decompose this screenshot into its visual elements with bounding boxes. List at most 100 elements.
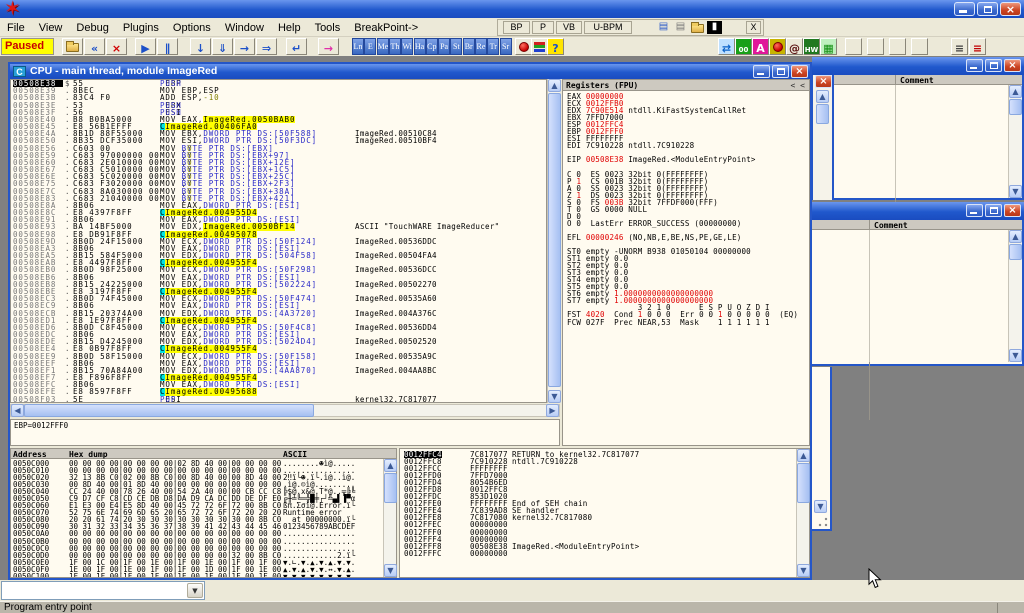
window-list-icon[interactable]: ≡ xyxy=(951,38,968,55)
plugin-breakpoint-icon[interactable] xyxy=(769,38,786,55)
menu-button-bp[interactable]: BP xyxy=(503,21,530,34)
close-button[interactable]: × xyxy=(815,75,832,88)
resize-grip[interactable] xyxy=(817,516,829,528)
menu-item-help[interactable]: Help xyxy=(271,19,308,37)
go-to-address-icon[interactable]: → xyxy=(318,38,339,55)
stack-row[interactable]: 0012FFD07FFD7000 xyxy=(400,472,809,479)
console-icon[interactable]: ▮ xyxy=(707,21,722,34)
stack-row[interactable]: 0012FFFC00000000 xyxy=(400,550,809,557)
close-button[interactable]: × xyxy=(791,65,808,78)
blank-button[interactable] xyxy=(889,38,906,55)
scroll-thumb[interactable] xyxy=(1009,244,1022,260)
disassembly-pane[interactable]: 00508E38$55PUSH EBP00508E39.8BECMOV EBP,… xyxy=(10,79,547,403)
plugin-assembler-icon[interactable]: A xyxy=(752,38,769,55)
help-icon[interactable]: ? xyxy=(547,38,564,55)
references-button[interactable]: Re xyxy=(475,38,487,55)
dump-scrollbar[interactable]: ▲ ▼ xyxy=(383,459,396,577)
executables-button[interactable]: E xyxy=(364,38,376,55)
trace-into-icon[interactable]: → xyxy=(234,38,255,55)
run-trace-button[interactable]: Tr xyxy=(487,38,499,55)
register-line[interactable]: EDI 7C910228 ntdll.7C910228 xyxy=(563,142,809,149)
side-window-3-title-bar[interactable]: × xyxy=(810,202,1024,220)
memory-map-button[interactable]: Me xyxy=(377,38,389,55)
stack-row[interactable]: 0012FFD80012FFC8 xyxy=(400,486,809,493)
execute-till-return-icon[interactable]: ↵ xyxy=(286,38,307,55)
stack-row[interactable]: 0012FFC47C817077RETURN to kernel32.7C817… xyxy=(400,451,809,458)
step-into-icon[interactable]: ↓ xyxy=(190,38,211,55)
maximize-button[interactable] xyxy=(985,204,1002,217)
maximize-button[interactable] xyxy=(772,65,789,78)
threads-button[interactable]: Th xyxy=(389,38,401,55)
close-program-icon[interactable]: × xyxy=(106,38,127,55)
plugin-spiral-icon[interactable]: @ xyxy=(786,38,803,55)
blank-button[interactable] xyxy=(867,38,884,55)
disassembly-scrollbar[interactable]: ▲ ▼ xyxy=(547,79,560,403)
close-button[interactable]: × xyxy=(1004,204,1021,217)
scroll-thumb[interactable] xyxy=(548,93,561,387)
scroll-down-icon[interactable]: ▼ xyxy=(548,390,561,403)
registers-pane[interactable]: Registers (FPU) < < EAX 00000000ECX 0012… xyxy=(562,79,810,446)
plugin-swap-icon[interactable]: ⇄ xyxy=(718,38,735,55)
log-window-button[interactable]: Ln xyxy=(352,38,364,55)
scroll-right-icon[interactable]: ▶ xyxy=(546,404,559,417)
open-file-icon[interactable] xyxy=(62,38,83,55)
scroll-up-icon[interactable]: ▲ xyxy=(816,90,829,103)
stack-row[interactable]: 0012FFF000000000 xyxy=(400,529,809,536)
disasm-row[interactable]: 00508E3E.53PUSH EBX xyxy=(11,102,546,109)
scroll-up-icon[interactable]: ▲ xyxy=(1009,230,1022,243)
comment-column-header[interactable]: Comment xyxy=(900,76,934,86)
pause-icon[interactable]: ∥ xyxy=(157,38,178,55)
disassembly-horizontal-scrollbar[interactable]: ◀ ▶ xyxy=(10,404,560,417)
breakpoint-list-icon[interactable]: ≡ xyxy=(969,38,986,55)
menu-button-p[interactable]: P xyxy=(532,21,554,34)
scroll-down-icon[interactable]: ▼ xyxy=(384,564,397,577)
disasm-row[interactable]: 00508F03.5EPOP ESIkernel32.7C817077 xyxy=(11,396,546,403)
restore-button[interactable] xyxy=(977,2,998,16)
menu-button-u-bpm[interactable]: U-BPM xyxy=(584,21,632,34)
scroll-left-icon[interactable]: ◀ xyxy=(11,404,24,417)
menu-item-file[interactable]: File xyxy=(0,19,32,37)
windows-button[interactable]: Wi xyxy=(401,38,413,55)
stack-row[interactable]: 0012FFD48054B6ED xyxy=(400,479,809,486)
scroll-thumb[interactable] xyxy=(797,463,810,503)
scroll-up-icon[interactable]: ▲ xyxy=(1009,85,1022,98)
maximize-button[interactable] xyxy=(985,59,1002,72)
menu-item-tools[interactable]: Tools xyxy=(308,19,348,37)
scroll-thumb[interactable] xyxy=(1009,99,1022,115)
plugin-zeros-icon[interactable]: 00 xyxy=(735,38,752,55)
dump-row[interactable]: 0050C1001F 00 1F 00|1F 00 1F 00|1F 00 1F… xyxy=(11,573,396,578)
handles-button[interactable]: Ha xyxy=(414,38,426,55)
scroll-thumb[interactable] xyxy=(24,404,314,417)
notes-gray-icon[interactable]: ▤ xyxy=(673,21,688,34)
options-icon[interactable] xyxy=(515,38,532,55)
plugin-hwbp-icon[interactable]: HW xyxy=(803,38,820,55)
stack-scrollbar[interactable]: ▲ ▼ xyxy=(796,449,809,577)
register-line[interactable]: EIP 00508E38 ImageRed.<ModuleEntryPoint> xyxy=(563,156,809,163)
register-line[interactable]: T 0 GS 0000 NULL xyxy=(563,206,809,213)
menu-close-button[interactable]: X xyxy=(746,21,761,34)
stack-pane[interactable]: 0012FFC47C817077RETURN to kernel32.7C817… xyxy=(399,448,810,578)
minimize-button[interactable] xyxy=(966,59,983,72)
register-line[interactable]: EFL 00000246 (NO,NB,E,BE,NS,PE,GE,LE) xyxy=(563,234,809,241)
stack-row[interactable]: 0012FFE47C839AD8SE handler xyxy=(400,507,809,514)
menu-item-options[interactable]: Options xyxy=(166,19,218,37)
plugin-memmap-icon[interactable]: ▦ xyxy=(820,38,837,55)
stack-row[interactable]: 0012FFDC853D1020 xyxy=(400,493,809,500)
register-line[interactable]: O 0 LastErr ERROR_SUCCESS (00000000) xyxy=(563,220,809,227)
register-line[interactable]: FCW 027F Prec NEAR,53 Mask 1 1 1 1 1 1 xyxy=(563,319,809,326)
stack-row[interactable]: 0012FFCCFFFFFFFF xyxy=(400,465,809,472)
minimize-button[interactable] xyxy=(753,65,770,78)
scrollbar[interactable]: ▲ ▼ xyxy=(1008,230,1022,362)
disasm-row[interactable]: 00508EFE.E8 8597F8FFCALL ImageRed.004956… xyxy=(11,388,546,395)
restart-icon[interactable]: « xyxy=(84,38,105,55)
menu-item-view[interactable]: View xyxy=(32,19,70,37)
command-combobox[interactable]: ▼ xyxy=(1,581,205,600)
step-over-icon[interactable]: ⇓ xyxy=(212,38,233,55)
appearance-icon[interactable] xyxy=(531,38,548,55)
scroll-down-icon[interactable]: ▼ xyxy=(1009,185,1022,198)
scrollbar[interactable]: ▲ ▼ xyxy=(1008,85,1022,198)
blank-button[interactable] xyxy=(845,38,862,55)
breakpoints-button[interactable]: Br xyxy=(463,38,475,55)
scroll-up-icon[interactable]: ▲ xyxy=(548,79,561,92)
trace-over-icon[interactable]: ⇒ xyxy=(256,38,277,55)
